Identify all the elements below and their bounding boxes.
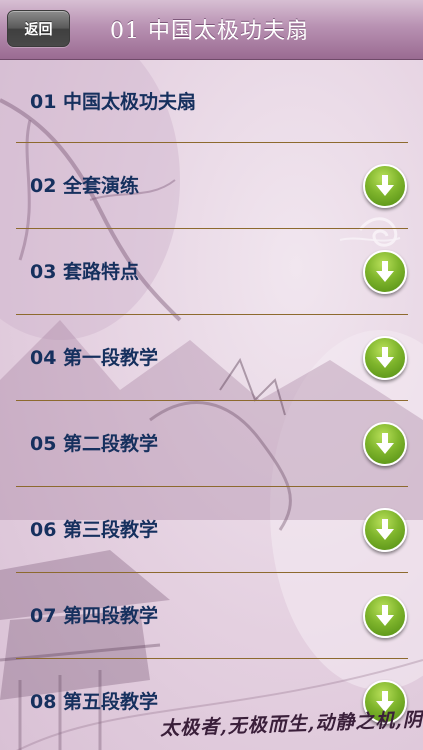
list-item-label: 05 第二段教学 — [30, 433, 159, 455]
download-arrow-icon — [376, 433, 394, 454]
download-button[interactable] — [363, 164, 407, 208]
list-item-label: 07 第四段教学 — [30, 605, 159, 627]
list-item-label: 06 第三段教学 — [30, 519, 159, 541]
list-item[interactable]: 05 第二段教学 — [0, 401, 423, 487]
list-item[interactable]: 07 第四段教学 — [0, 573, 423, 659]
content-area[interactable]: 01 中国太极功夫扇 02 全套演练 03 套路特点 04 第一段教学 05 第… — [0, 60, 423, 750]
list-item-label: 01 中国太极功夫扇 — [30, 91, 197, 113]
download-arrow-icon — [376, 261, 394, 282]
list-item[interactable]: 06 第三段教学 — [0, 487, 423, 573]
navigation-bar: 返回 01 中国太极功夫扇 — [0, 0, 423, 60]
list-item-label: 03 套路特点 — [30, 261, 140, 283]
download-button[interactable] — [363, 594, 407, 638]
download-arrow-icon — [376, 175, 394, 196]
lesson-list: 01 中国太极功夫扇 02 全套演练 03 套路特点 04 第一段教学 05 第… — [0, 60, 423, 745]
list-item[interactable]: 04 第一段教学 — [0, 315, 423, 401]
list-item-label: 04 第一段教学 — [30, 347, 159, 369]
download-button[interactable] — [363, 508, 407, 552]
list-item-label: 02 全套演练 — [30, 175, 140, 197]
list-item[interactable]: 02 全套演练 — [0, 143, 423, 229]
list-item-label: 08 第五段教学 — [30, 691, 159, 713]
page-title: 01 中国太极功夫扇 — [110, 19, 309, 44]
download-arrow-icon — [376, 519, 394, 540]
list-item[interactable]: 03 套路特点 — [0, 229, 423, 315]
download-arrow-icon — [376, 347, 394, 368]
list-item[interactable]: 01 中国太极功夫扇 — [0, 60, 423, 143]
back-button[interactable]: 返回 — [7, 10, 70, 47]
download-button[interactable] — [363, 336, 407, 380]
download-button[interactable] — [363, 250, 407, 294]
download-button[interactable] — [363, 422, 407, 466]
download-arrow-icon — [376, 605, 394, 626]
